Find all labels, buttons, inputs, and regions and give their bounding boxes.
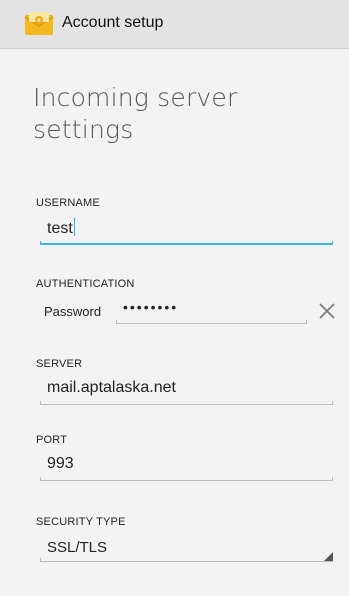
app-title: Account setup	[62, 14, 164, 31]
security-type-dropdown[interactable]: SSL/TLS	[40, 533, 333, 562]
page-title: Incoming server settings	[33, 83, 238, 144]
dropdown-arrow-icon	[324, 552, 333, 561]
server-field[interactable]: mail.aptalaska.net	[40, 375, 333, 405]
security-type-value: SSL/TLS	[47, 539, 108, 556]
security-type-underline	[40, 558, 333, 562]
username-value: test	[47, 218, 75, 237]
username-label: USERNAME	[36, 197, 100, 209]
port-value: 993	[47, 455, 74, 472]
username-underline	[40, 241, 333, 245]
port-field[interactable]: 993	[40, 451, 333, 481]
password-value: ••••••••	[123, 299, 179, 315]
password-label: Password	[44, 304, 102, 319]
security-type-label: SECURITY TYPE	[36, 516, 126, 528]
text-cursor	[73, 218, 75, 236]
port-underline	[40, 477, 333, 481]
authentication-label: AUTHENTICATION	[36, 278, 135, 290]
action-bar: Account setup	[0, 0, 349, 49]
close-icon[interactable]	[316, 300, 338, 322]
server-value: mail.aptalaska.net	[47, 379, 176, 396]
password-field[interactable]: ••••••••	[116, 296, 307, 324]
port-label: PORT	[36, 434, 68, 446]
server-underline	[40, 401, 333, 405]
password-underline	[116, 320, 307, 324]
email-app-icon[interactable]	[24, 12, 54, 36]
username-field[interactable]: test	[40, 214, 333, 245]
server-label: SERVER	[36, 358, 83, 370]
